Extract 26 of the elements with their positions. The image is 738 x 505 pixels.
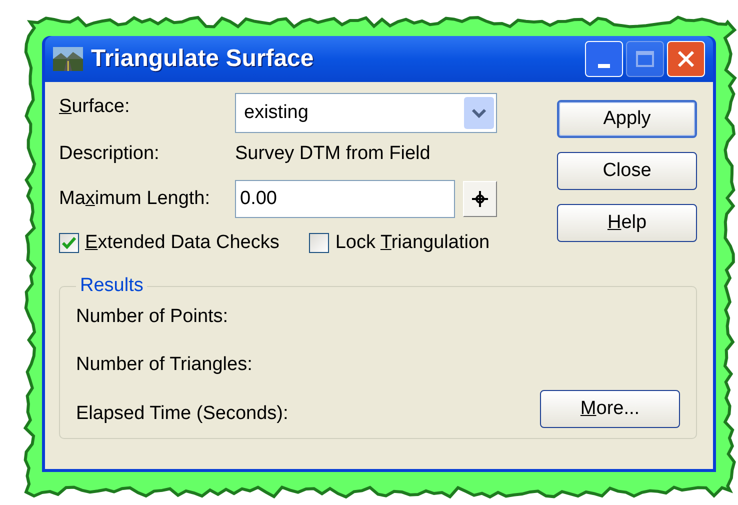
checkbox[interactable]	[309, 233, 330, 253]
surface-dropdown[interactable]: existing	[235, 93, 497, 133]
description-value: Survey DTM from Field	[235, 142, 430, 166]
result-label: Number of Triangles:	[76, 353, 254, 377]
dialog-button[interactable]: Close	[557, 152, 697, 190]
check-icon	[62, 237, 76, 249]
dialog-button[interactable]: Help	[557, 204, 697, 242]
maximum-length-field[interactable]: 0.00	[235, 180, 455, 218]
result-label: Elapsed Time (Seconds):	[76, 402, 288, 426]
chevron-down-icon	[464, 97, 494, 129]
window-title: Triangulate Surface	[91, 44, 314, 74]
crosshair-icon	[472, 191, 488, 207]
surface-label: Surface:	[59, 94, 131, 119]
close-button[interactable]	[667, 41, 705, 77]
minimize-button[interactable]	[585, 41, 623, 77]
dialog-button[interactable]: Apply	[557, 100, 697, 138]
more-button[interactable]: More...	[540, 390, 680, 428]
crosshair-button[interactable]	[463, 181, 497, 217]
description-label: Description:	[59, 142, 160, 166]
maximum-length-label: Maximum Length:	[59, 186, 212, 211]
checkbox-label: Extended Data Checks	[85, 230, 280, 255]
result-label: Number of Points:	[76, 304, 230, 328]
checkbox-label: Lock Triangulation	[335, 230, 490, 255]
close-icon	[676, 49, 696, 69]
results-title: Results	[79, 274, 144, 298]
checkbox[interactable]	[59, 233, 79, 253]
